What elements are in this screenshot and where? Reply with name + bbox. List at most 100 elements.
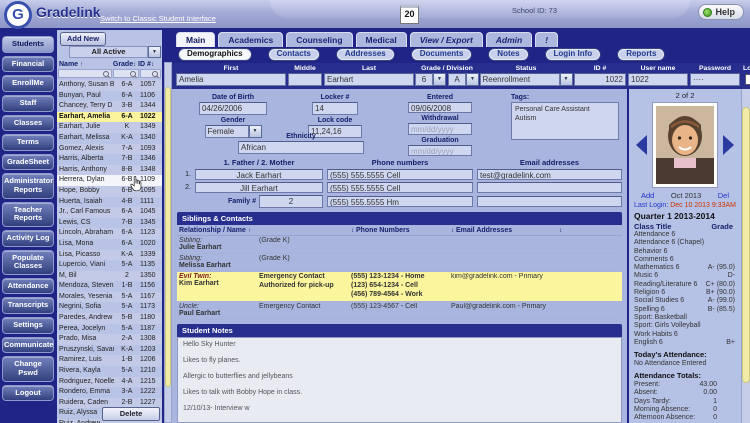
class-row[interactable]: Sport: Girls Volleyball [629,322,741,330]
username-input[interactable]: 1022 [628,73,688,86]
id-search-input[interactable] [140,69,161,78]
chevron-down-icon[interactable]: ▼ [466,73,479,86]
column-grade[interactable]: Grade↕ [111,61,138,68]
tags-box[interactable]: Personal Care Assistant Autism [511,102,619,140]
student-row[interactable]: Morales, Yesenia 5-A 1167 [57,292,162,303]
student-row[interactable]: Jr., Carl Famous 6-A 1045 [57,207,162,218]
class-row[interactable]: Comments 6 [629,256,741,264]
student-row[interactable]: Ramirez, Luis 1-B 1206 [57,355,162,366]
chevron-down-icon[interactable]: ▼ [433,73,446,86]
student-row[interactable]: Lupercio, Viani 5-A 1135 [57,260,162,271]
sidebar-item[interactable]: Financial [2,56,54,73]
subtab-button[interactable]: Addresses [336,48,395,61]
sidebar-item[interactable]: Terms [2,134,54,151]
sidebar-item[interactable]: EnrollMe [2,75,54,92]
student-row[interactable]: Lincoln, Abraham B 6-A 1123 [57,228,162,239]
student-row[interactable]: Chancey, Terry D 3-B 1344 [57,101,162,112]
class-row[interactable]: Social Studies 6 A- (99.0) [629,297,741,305]
tab[interactable]: Medical [356,32,407,47]
ethnicity-input[interactable]: African [238,141,364,154]
add-new-button[interactable]: Add New [60,32,106,46]
scrollbar-thumb[interactable] [165,87,171,387]
summary-scrollbar[interactable] [741,89,750,423]
password-input[interactable]: ···· [690,73,740,86]
sidebar-item[interactable]: Change Pswd [2,356,54,381]
student-row[interactable]: Prado, Misa 2-A 1308 [57,334,162,345]
parent2-email-input[interactable] [477,182,622,193]
sidebar-item[interactable]: Staff [2,95,54,112]
student-row[interactable]: Pruszynski, Savanna K-A 1203 [57,345,162,356]
family-email-input[interactable] [477,196,622,207]
student-row[interactable]: Rodriguez, Noelle 4-A 1215 [57,377,162,388]
locker-input[interactable]: 14 [312,102,358,115]
withdrawal-input[interactable]: mm/dd/yyyy [408,123,472,134]
contact-row[interactable]: Sibling: Melissa Earhart (Grade K) [177,254,622,272]
contact-row[interactable]: Evil Twin: Kim Earhart Emergency Contact… [177,272,622,302]
contact-row[interactable]: Uncle: Paul Earhart Emergency Contact (5… [177,302,622,320]
sidebar-item[interactable]: Teacher Reports [2,202,54,227]
student-row[interactable]: Harris, Alberta 7-B 1346 [57,154,162,165]
student-row[interactable]: Herrera, Dylan 6-B 1109 [57,175,162,186]
student-row[interactable]: Harris, Anthony 8-B 1348 [57,165,162,176]
photo-add-link[interactable]: Add [641,191,654,200]
sidebar-item[interactable]: Classes [2,115,54,132]
sidebar-item[interactable]: GradeSheet [2,154,54,171]
subtab-button[interactable]: Notes [488,48,528,61]
subtab-button[interactable]: Reports [617,48,665,61]
student-row[interactable]: Anthony, Susan B 6-A 1057 [57,80,162,91]
student-row[interactable]: Earhart, Melissa K-A 1340 [57,133,162,144]
tab[interactable]: Admin [486,32,532,47]
student-row[interactable]: Lisa, Mona 6-A 1020 [57,239,162,250]
subtab-button[interactable]: Demographics [178,48,252,61]
sidebar-item[interactable]: Settings [2,317,54,334]
graduation-input[interactable]: mm/dd/yyyy [408,145,472,156]
entered-input[interactable]: 09/06/2008 [408,102,472,113]
contacts-column-emails[interactable]: ↕ Email Addresses [451,227,559,234]
student-row[interactable]: Perea, Jocelyn 5-A 1187 [57,324,162,335]
student-row[interactable]: Negrini, Sofia 5-A 1173 [57,302,162,313]
photo-prev-arrow[interactable] [636,135,647,155]
class-row[interactable]: Mathematics 6 A- (95.0) [629,264,741,272]
first-name-input[interactable]: Amelia [176,73,286,86]
class-row[interactable]: Behavior 6 [629,248,741,256]
subtab-button[interactable]: Documents [411,48,473,61]
grade-select[interactable]: 6 [415,73,433,86]
contact-row[interactable]: Sibling: Julie Earhart (Grade K) [177,236,622,254]
student-filter-select[interactable]: All Active [69,46,148,58]
contacts-column-phones[interactable]: ↕ Phone Numbers [351,227,451,234]
main-scrollbar[interactable] [164,62,172,423]
tab[interactable]: Academics [218,32,283,47]
student-row[interactable]: Paredes, Andrew 5-B 1180 [57,313,162,324]
grade-search-input[interactable] [113,69,139,78]
student-notes-textarea[interactable]: Hello Sky HunterLikes to fly planes.Alle… [177,337,622,423]
sidebar-item[interactable]: Populate Classes [2,250,54,275]
class-row[interactable]: Religion 6 B+ (90.0) [629,289,741,297]
class-row[interactable]: Work Habits 6 [629,331,741,339]
id-input[interactable]: 1022 [574,73,626,86]
class-row[interactable]: Sport: Basketball [629,314,741,322]
home-phone-input[interactable]: (555) 555.5555 Hm [327,196,473,207]
student-row[interactable]: Gomez, Alexis 7-A 1093 [57,144,162,155]
sidebar-item[interactable]: Logout [2,385,54,402]
class-row[interactable]: Attendance 6 (Chapel) [629,239,741,247]
student-row[interactable]: Earhart, Julie K 1349 [57,122,162,133]
class-row[interactable]: Spelling 6 B- (85.5) [629,306,741,314]
parent1-phone-input[interactable]: (555) 555.5555 Cell [327,169,473,180]
column-name[interactable]: Name ↑ [57,61,111,68]
photo-next-arrow[interactable] [723,135,734,155]
sidebar-item[interactable]: Administrator Reports [2,173,54,198]
chevron-down-icon[interactable]: ▼ [148,46,161,58]
name-search-input[interactable] [58,69,112,78]
student-row[interactable]: Mendoza, Steven 1-B 1156 [57,281,162,292]
switch-classic-link[interactable]: Switch to Classic Student Interface [100,14,216,23]
parent2-name-input[interactable]: Jill Earhart [195,182,323,193]
sidebar-item[interactable]: Activity Log [2,230,54,247]
subtab-button[interactable]: Login Info [545,48,602,61]
student-row[interactable]: Rondero, Emma 3-A 1222 [57,387,162,398]
student-row[interactable]: Bunyan, Paul 6-A 1106 [57,91,162,102]
sidebar-item[interactable]: Attendance [2,278,54,295]
column-id[interactable]: ID #↕ [138,61,159,68]
student-row[interactable]: Rivera, Kayla 5-A 1210 [57,366,162,377]
tab[interactable]: View / Export [410,32,483,47]
student-row[interactable]: Lewis, CS 7-B 1345 [57,218,162,229]
